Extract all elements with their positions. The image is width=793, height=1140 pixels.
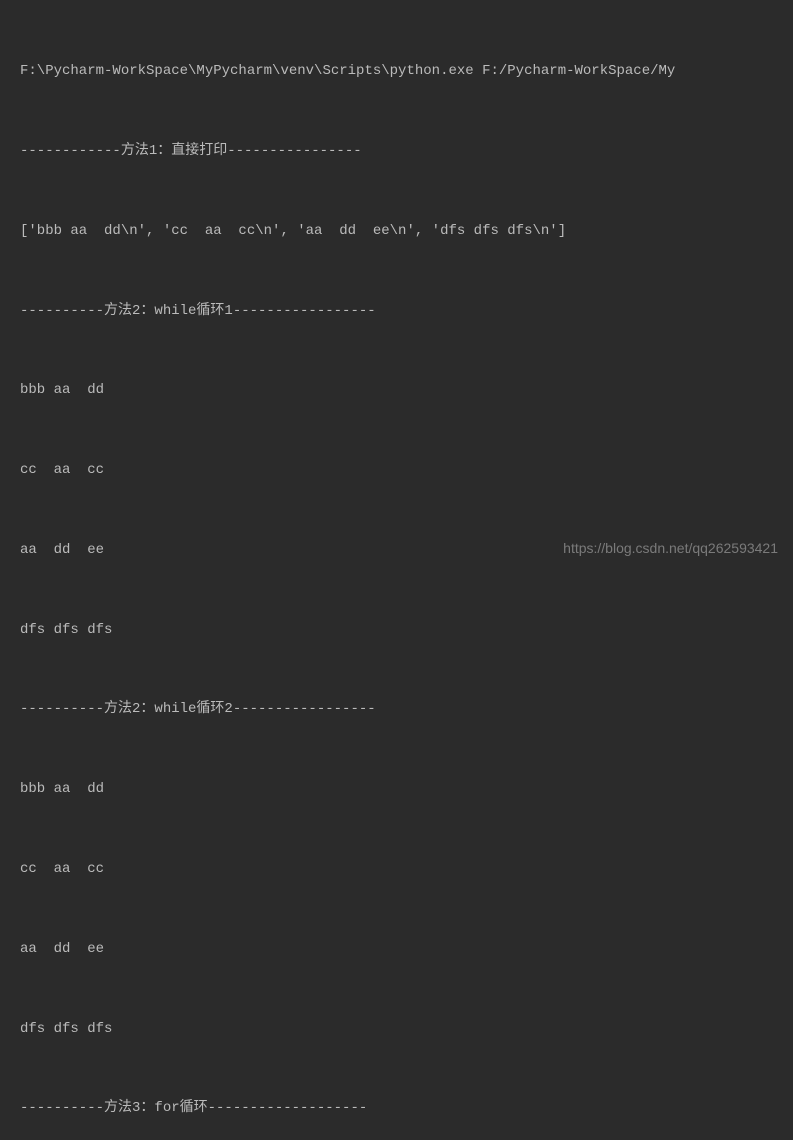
watermark-text: https://blog.csdn.net/qq262593421	[563, 535, 778, 562]
output-line: dfs dfs dfs	[20, 1016, 793, 1043]
output-line: ----------方法2：while循环2-----------------	[20, 696, 793, 723]
output-line: ----------方法3：for循环-------------------	[20, 1095, 793, 1122]
output-line: cc aa cc	[20, 856, 793, 883]
output-line: bbb aa dd	[20, 776, 793, 803]
output-line: ------------方法1：直接打印----------------	[20, 138, 793, 165]
output-line: ----------方法2：while循环1-----------------	[20, 298, 793, 325]
output-line: bbb aa dd	[20, 377, 793, 404]
output-line: aa dd ee	[20, 936, 793, 963]
output-line: ['bbb aa dd\n', 'cc aa cc\n', 'aa dd ee\…	[20, 218, 793, 245]
output-line: cc aa cc	[20, 457, 793, 484]
console-output: F:\Pycharm-WorkSpace\MyPycharm\venv\Scri…	[20, 5, 793, 1140]
output-line: F:\Pycharm-WorkSpace\MyPycharm\venv\Scri…	[20, 58, 793, 85]
output-line: dfs dfs dfs	[20, 617, 793, 644]
